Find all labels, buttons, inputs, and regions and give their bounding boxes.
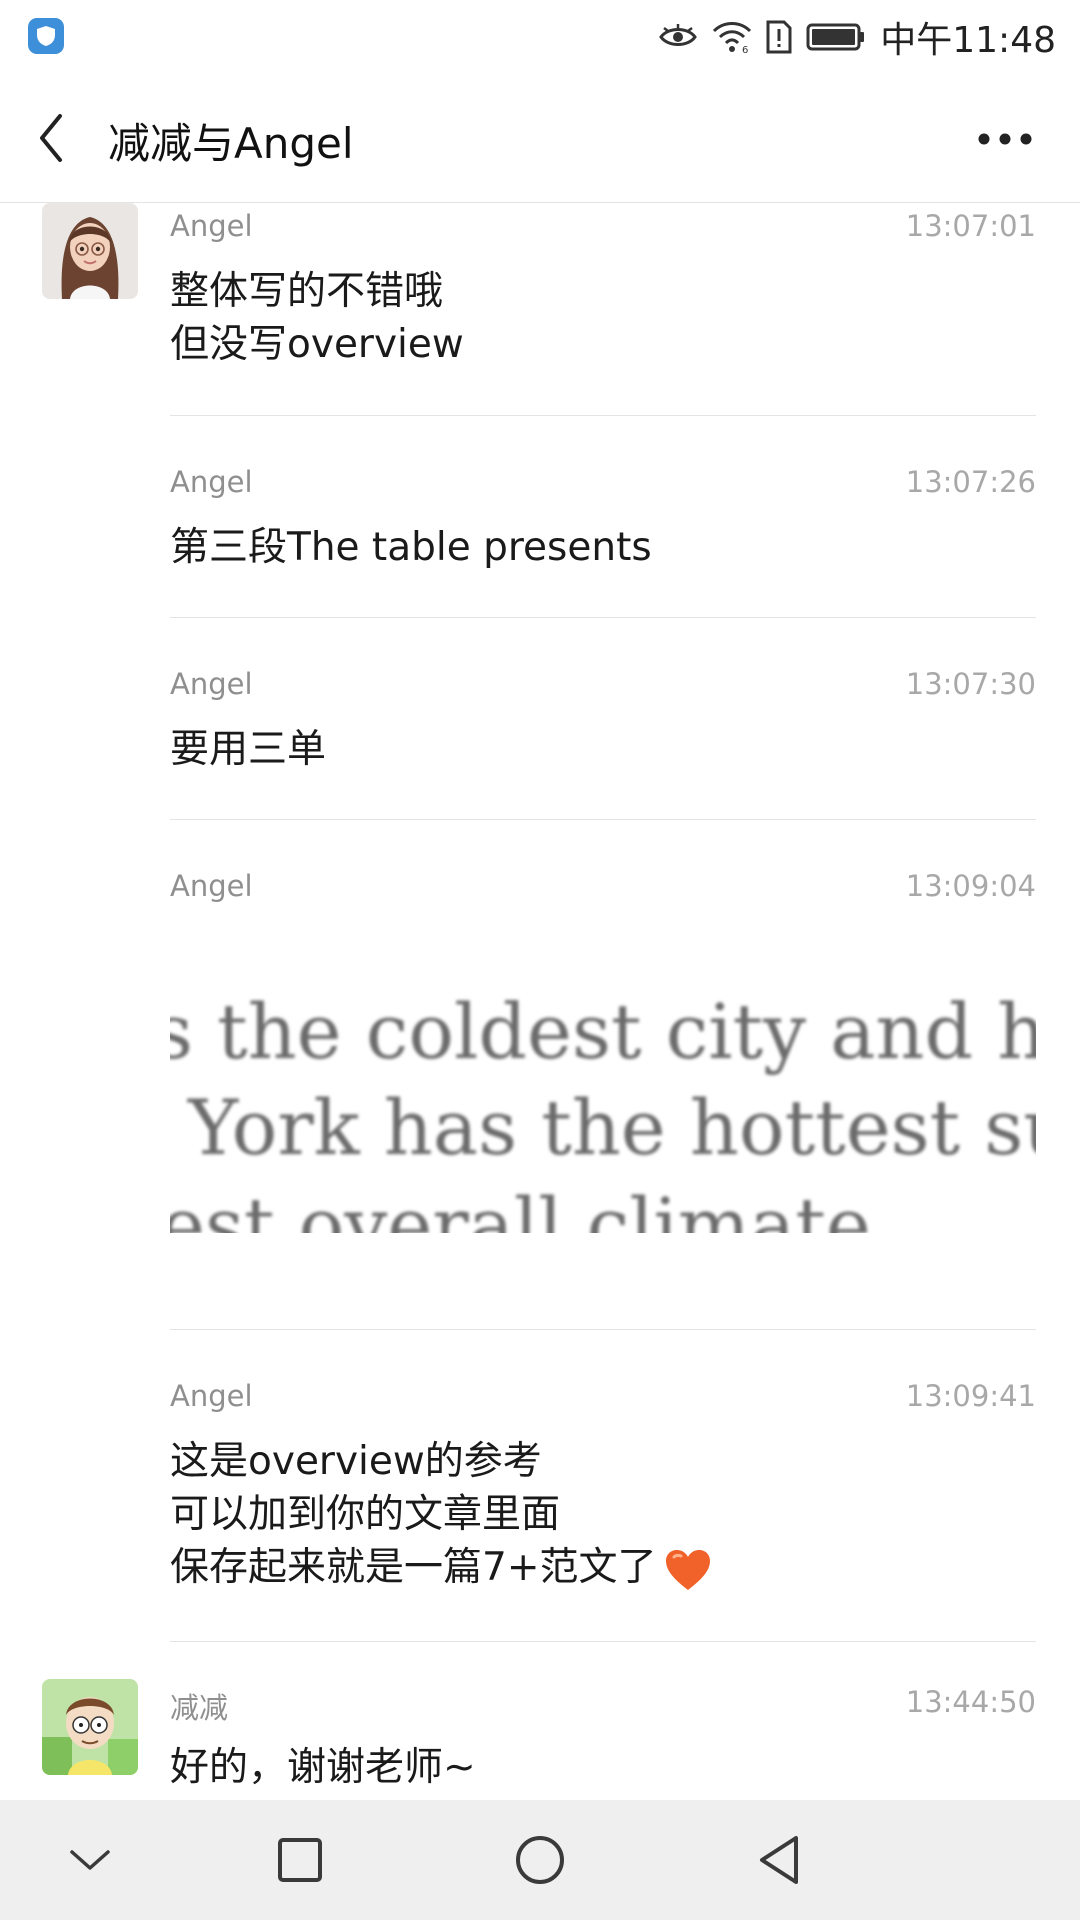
message-text-with-heart: 保存起来就是一篇7+范文了 — [170, 1541, 1036, 1594]
message-time: 13:07:30 — [905, 667, 1036, 701]
status-bar: 6 中午11:48 — [0, 0, 1080, 74]
message-item[interactable]: Angel 13:07:30 要用三单 — [170, 667, 1036, 867]
triangle-back-icon — [760, 1836, 798, 1884]
chat-title: 减减与Angel — [108, 119, 354, 168]
message-sender: Angel — [170, 465, 253, 499]
avatar-angel[interactable] — [42, 203, 138, 299]
message-item[interactable]: Angel 13:09:41 这是overview的参考 可以加到你的文章里面 … — [170, 1379, 1036, 1691]
message-text: 可以加到你的文章里面 — [170, 1492, 561, 1537]
message-time: 13:09:41 — [905, 1379, 1036, 1413]
message-time: 13:07:26 — [905, 465, 1036, 499]
nav-home-button[interactable] — [508, 1828, 572, 1892]
svg-text:6: 6 — [742, 45, 748, 54]
chat-screen: 6 中午11:48 减减与Angel Angel 13:07:01 整体写的不错… — [0, 0, 1080, 1920]
system-nav-bar — [0, 1800, 1080, 1920]
title-bar: 减减与Angel — [0, 74, 1080, 203]
message-text: 这是overview的参考 — [170, 1439, 542, 1484]
chevron-left-icon — [40, 114, 62, 162]
circle-home-icon — [516, 1836, 564, 1884]
message-sender: Angel — [170, 869, 253, 903]
message-text: 第三段The table presents — [170, 525, 652, 570]
message-sender: Angel — [170, 209, 253, 243]
image-text-line: York has the hottest sum — [188, 1083, 1036, 1172]
message-divider — [170, 415, 1036, 416]
more-button[interactable] — [970, 114, 1040, 164]
wifi-icon: 6 — [713, 22, 752, 54]
status-time: 中午11:48 — [880, 20, 1056, 61]
back-button[interactable] — [26, 106, 82, 170]
nav-back-button[interactable] — [748, 1828, 812, 1892]
message-text: 要用三单 — [170, 727, 327, 772]
message-divider — [170, 1641, 1036, 1642]
sim-alert-icon — [766, 20, 792, 54]
message-body: 第三段The table presents — [170, 521, 1036, 574]
message-divider — [170, 1329, 1036, 1330]
message-body: 这是overview的参考 可以加到你的文章里面 保存起来就是一篇7+范文了 — [170, 1435, 1036, 1594]
image-text-line: est overall climate. — [170, 1181, 895, 1233]
message-item[interactable]: Angel 13:07:26 第三段The table presents — [170, 465, 1036, 665]
message-sender: Angel — [170, 667, 253, 701]
message-item[interactable]: 减减 13:44:50 好的，谢谢老师~ — [170, 1685, 1036, 1800]
nav-recents-button[interactable] — [268, 1828, 332, 1892]
message-time: 13:09:04 — [905, 869, 1036, 903]
message-body: 好的，谢谢老师~ — [170, 1741, 1036, 1794]
image-text-line: s the coldest city and has t — [170, 987, 1036, 1076]
message-list[interactable]: Angel 13:07:01 整体写的不错哦 但没写overview Angel… — [0, 203, 1080, 1800]
message-image[interactable]: s the coldest city and has t York has th… — [170, 933, 1036, 1233]
shield-app-icon — [28, 18, 64, 54]
heart-icon — [665, 1549, 710, 1590]
message-body: 整体写的不错哦 但没写overview — [170, 265, 1036, 371]
more-dots-icon — [978, 133, 1032, 145]
message-body: 要用三单 — [170, 723, 1036, 776]
nav-hide-button[interactable] — [58, 1828, 122, 1892]
message-time: 13:07:01 — [905, 209, 1036, 243]
message-time: 13:44:50 — [905, 1685, 1036, 1719]
message-item[interactable]: Angel 13:09:04 s the coldest city and ha… — [170, 869, 1036, 1379]
message-sender: Angel — [170, 1379, 253, 1413]
battery-icon — [806, 23, 865, 51]
message-text: 但没写overview — [170, 322, 464, 367]
message-item[interactable]: Angel 13:07:01 整体写的不错哦 但没写overview — [170, 209, 1036, 465]
message-text: 保存起来就是一篇7+范文了 — [170, 1545, 657, 1590]
message-text: 好的，谢谢老师~ — [170, 1745, 476, 1790]
eye-icon — [659, 24, 698, 46]
chevron-down-icon — [70, 1850, 110, 1870]
square-recents-icon — [278, 1838, 322, 1882]
status-icons: 6 中午11:48 — [658, 14, 1056, 61]
message-sender: 减减 — [170, 1691, 229, 1725]
message-divider — [170, 617, 1036, 618]
message-divider — [170, 819, 1036, 820]
avatar-jianjian[interactable] — [42, 1679, 138, 1775]
message-text: 整体写的不错哦 — [170, 269, 444, 314]
